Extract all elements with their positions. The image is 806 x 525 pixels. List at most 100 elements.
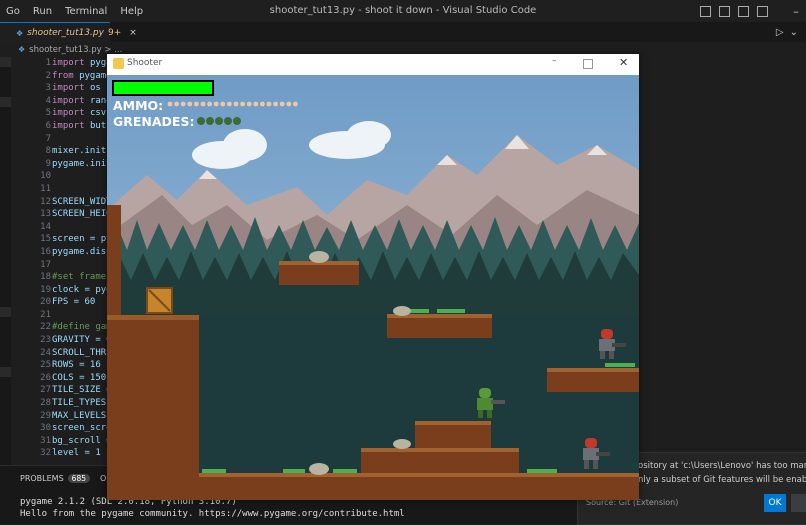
menu-run[interactable]: Run: [27, 6, 59, 17]
toggle-secondary-sidebar-icon[interactable]: [738, 5, 749, 17]
line-number: 10: [40, 171, 51, 182]
activity-marker[interactable]: [0, 97, 11, 107]
ammo-bullet-icon: [233, 101, 239, 107]
grenade-icon: [197, 117, 205, 125]
minimize-icon[interactable]: –: [786, 5, 806, 18]
pygame-window-title: Shooter: [127, 58, 163, 68]
line-number: 8: [45, 146, 51, 157]
pygame-snake-icon: [113, 58, 124, 69]
ammo-bullet-icon: [194, 101, 199, 107]
line-number: 22: [40, 322, 51, 333]
line-number: 17: [40, 259, 51, 270]
line-number: 24: [40, 347, 51, 358]
line-number: 26: [40, 372, 51, 383]
title-bar: Go Run Terminal Help shooter_tut13.py - …: [0, 0, 806, 23]
toggle-panel-icon[interactable]: [719, 5, 730, 17]
ammo-bullet-icon: [246, 101, 252, 107]
activity-marker[interactable]: [0, 307, 11, 317]
line-number: 28: [40, 398, 51, 409]
activity-marker[interactable]: [0, 367, 11, 377]
close-icon[interactable]: ✕: [619, 56, 628, 69]
ammo-bullet-icon: [266, 101, 272, 107]
ground: [199, 473, 639, 500]
notification-line-2: nly a subset of Git features will be ena…: [638, 475, 806, 485]
ammo-bullet-icon: [200, 101, 206, 107]
notification-more-button[interactable]: [791, 494, 806, 512]
chevron-down-icon[interactable]: ⌄: [790, 27, 798, 38]
cliff-left: [107, 315, 199, 500]
line-number: 9: [45, 158, 51, 169]
ammo-bullet-icon: [227, 101, 232, 107]
line-number: 19: [40, 284, 51, 295]
line-number: 12: [40, 196, 51, 207]
breadcrumb-text[interactable]: shooter_tut13.py > ...: [29, 45, 122, 55]
python-file-icon: ❖: [18, 45, 26, 54]
activity-bar: [0, 57, 11, 465]
editor-tab-bar: ❖ shooter_tut13.py 9+ ×: [0, 22, 806, 43]
line-number: 4: [45, 95, 51, 106]
toggle-sidebar-icon[interactable]: [700, 5, 711, 17]
ammo-bullet-icon: [240, 101, 246, 107]
ammo-bullet-icon: [260, 101, 265, 107]
pygame-title-bar: Shooter – ✕: [107, 54, 639, 75]
tab-close-icon[interactable]: ×: [129, 28, 137, 38]
menu-terminal[interactable]: Terminal: [59, 6, 114, 17]
run-icon[interactable]: ▷: [776, 27, 784, 38]
ammo-bullet-icon: [180, 101, 186, 107]
line-number: 25: [40, 360, 51, 371]
line-number: 2: [45, 70, 51, 81]
grenade-icon: [215, 117, 223, 125]
health-bar-fill: [114, 82, 212, 94]
ammo-bullet-icon: [293, 101, 298, 107]
tab-problems[interactable]: PROBLEMS: [20, 474, 64, 483]
python-file-icon: ❖: [16, 28, 24, 38]
notification-line-1: ository at 'c:\Users\Lenovo' has too man…: [638, 461, 806, 471]
panel-tabs: PROBLEMS 685 OU: [20, 474, 112, 483]
ammo-bullet-icon: [213, 101, 219, 107]
ammo-bullet-icon: [187, 101, 193, 107]
ammo-bullet-icon: [167, 101, 173, 107]
minimize-icon[interactable]: –: [552, 56, 557, 66]
line-number: 21: [40, 309, 51, 320]
pygame-window: Shooter – ✕ AMMO: GRENADES:: [107, 54, 639, 500]
problems-count-badge: 685: [67, 474, 90, 483]
ammo-crate: [146, 287, 173, 314]
menu-help[interactable]: Help: [114, 6, 150, 17]
line-number-gutter: 1 2 3 4 5 6 7 8 9 10 11 12 13 14 15 16 17 18 19 20 21 22 23 24 2…: [11, 57, 51, 460]
line-number: 11: [40, 183, 51, 194]
game-scene: AMMO: GRENADES:: [107, 75, 639, 500]
line-number: 27: [40, 385, 51, 396]
line-number: 13: [40, 209, 51, 220]
menu-go[interactable]: Go: [0, 6, 27, 17]
line-number: 7: [45, 133, 51, 144]
layout-icon[interactable]: [757, 5, 768, 17]
line-number: 3: [45, 83, 51, 94]
ammo-bullet-icon: [220, 101, 226, 107]
line-number: 20: [40, 297, 51, 308]
line-number: 6: [45, 120, 51, 131]
terminal-line: Hello from the pygame community. https:/…: [20, 509, 405, 519]
maximize-icon[interactable]: [583, 59, 593, 69]
ammo-bullet-icon: [279, 101, 285, 107]
window-controls: –: [696, 0, 806, 22]
line-number: 1: [45, 58, 51, 68]
grenade-indicator: [197, 117, 241, 125]
line-number: 23: [40, 335, 51, 346]
ok-button[interactable]: OK: [764, 494, 786, 512]
line-number: 5: [45, 108, 51, 119]
line-number: 29: [40, 410, 51, 421]
ammo-bullet-icon: [207, 101, 212, 107]
editor-tab[interactable]: ❖ shooter_tut13.py 9+ ×: [0, 22, 137, 43]
grenade-icon: [206, 117, 214, 125]
ammo-bullet-icon: [174, 101, 179, 107]
line-number: 16: [40, 246, 51, 257]
run-controls: ▷ ⌄: [776, 22, 798, 42]
ammo-bullet-icon: [273, 101, 278, 107]
menu-bar: Go Run Terminal Help: [0, 0, 150, 22]
game-canvas[interactable]: AMMO: GRENADES:: [107, 75, 639, 500]
line-number: 18: [40, 272, 51, 283]
ammo-bullet-icon: [253, 101, 259, 107]
ammo-label: AMMO:: [113, 98, 163, 113]
activity-marker[interactable]: [0, 57, 11, 67]
tab-problems-badge: 9+: [107, 28, 122, 38]
